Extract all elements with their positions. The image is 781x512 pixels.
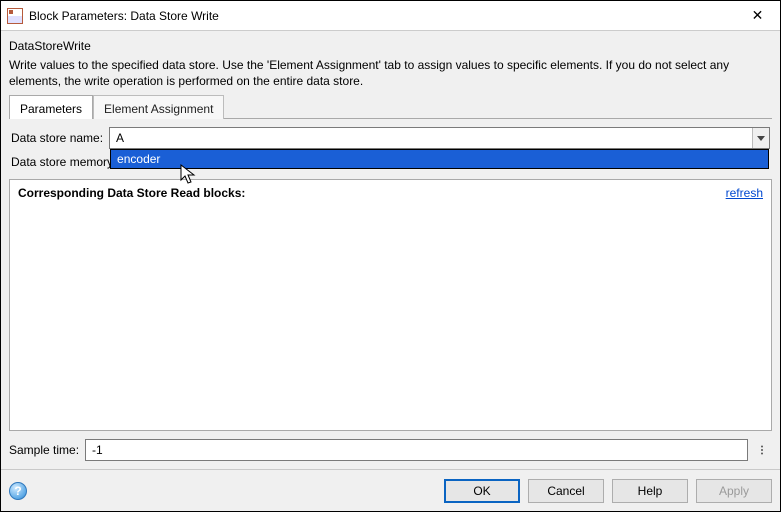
read-blocks-label: Corresponding Data Store Read blocks: — [18, 186, 245, 200]
close-button[interactable]: ✕ — [735, 1, 780, 30]
combo-dropdown-button[interactable] — [752, 128, 769, 148]
apply-button-label: Apply — [719, 484, 749, 498]
tab-parameters[interactable]: Parameters — [9, 95, 93, 119]
sample-time-input[interactable] — [85, 439, 748, 461]
vertical-ellipsis-icon — [757, 445, 767, 455]
data-store-name-combo[interactable]: A encoder — [109, 127, 770, 149]
sample-time-row: Sample time: — [9, 439, 772, 461]
dialog-body: DataStoreWrite Write values to the speci… — [1, 31, 780, 469]
dialog-window: Block Parameters: Data Store Write ✕ Dat… — [0, 0, 781, 512]
read-blocks-header: Corresponding Data Store Read blocks: re… — [18, 186, 763, 200]
tab-parameters-label: Parameters — [20, 102, 82, 116]
block-name: DataStoreWrite — [9, 39, 772, 53]
question-mark-icon: ? — [14, 484, 21, 498]
parameters-panel: Data store name: A encoder Data st — [9, 119, 772, 179]
tab-element-assignment-label: Element Assignment — [104, 102, 213, 116]
dialog-footer: ? OK Cancel Help Apply — [1, 469, 780, 511]
title-bar: Block Parameters: Data Store Write ✕ — [1, 1, 780, 31]
ok-button-label: OK — [473, 484, 490, 498]
chevron-down-icon — [757, 136, 765, 141]
sample-time-label: Sample time: — [9, 443, 79, 457]
ok-button[interactable]: OK — [444, 479, 520, 503]
refresh-link[interactable]: refresh — [726, 186, 763, 200]
tab-strip: Parameters Element Assignment — [9, 95, 772, 119]
data-store-name-dropdown: encoder — [110, 149, 769, 169]
help-button[interactable]: Help — [612, 479, 688, 503]
block-description: Write values to the specified data store… — [9, 57, 772, 89]
data-store-name-row: Data store name: A encoder — [11, 127, 770, 149]
help-icon[interactable]: ? — [9, 482, 27, 500]
cancel-button[interactable]: Cancel — [528, 479, 604, 503]
help-button-label: Help — [638, 484, 663, 498]
cancel-button-label: Cancel — [547, 484, 584, 498]
window-title: Block Parameters: Data Store Write — [29, 9, 735, 23]
dropdown-option-encoder[interactable]: encoder — [111, 150, 768, 168]
tab-element-assignment[interactable]: Element Assignment — [93, 95, 224, 119]
apply-button[interactable]: Apply — [696, 479, 772, 503]
sample-time-more-button[interactable] — [752, 439, 772, 461]
corresponding-read-blocks-panel: Corresponding Data Store Read blocks: re… — [9, 179, 772, 431]
app-icon — [7, 8, 23, 24]
data-store-name-label: Data store name: — [11, 131, 103, 145]
close-icon: ✕ — [752, 7, 764, 24]
data-store-name-value: A — [110, 131, 752, 145]
